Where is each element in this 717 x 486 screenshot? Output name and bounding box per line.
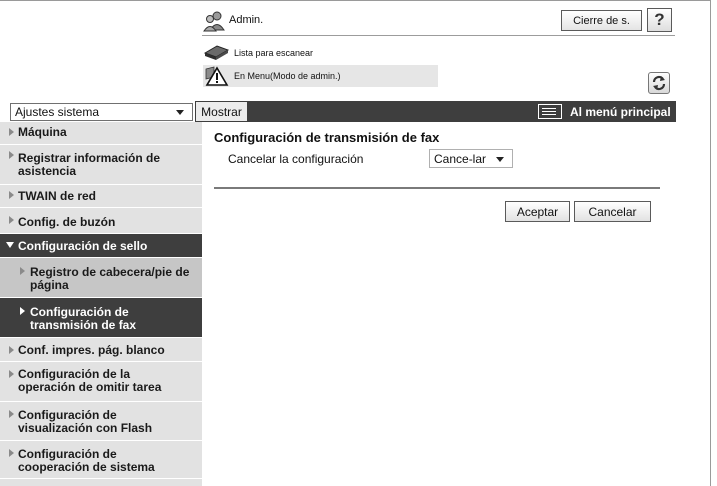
category-select[interactable]: Ajustes sistema [10,103,193,121]
user-name-label: Admin. [229,14,264,26]
sidebar-item-twain[interactable]: TWAIN de red [0,185,202,208]
help-button[interactable]: ? [647,8,672,32]
menu-list-icon [538,104,562,119]
sidebar-item-pag-blanco[interactable]: Conf. impres. pág. blanco [0,338,202,362]
chevron-right-icon [9,128,14,136]
page-title: Configuración de transmisión de fax [214,130,440,145]
sidebar-item-transmision-fax[interactable]: Configuración de transmisión de fax [0,298,202,338]
chevron-right-icon [20,267,25,275]
frame-border-right [710,0,711,486]
sidebar-item-maquina[interactable]: Máquina [0,122,202,145]
sidebar-item-cabecera-pie[interactable]: Registro de cabecera/pie de página [0,258,202,298]
chevron-right-icon [9,370,14,378]
sidebar-item-label: Configuración de cooperación de sistema [18,447,155,474]
cancel-config-select[interactable]: Cance-lar [429,149,513,168]
warning-icon [205,66,229,86]
sidebar-item-registrar-asistencia[interactable]: Registrar información de asistencia [0,145,202,185]
mode-status-text: En Menu(Modo de admin.) [234,71,341,81]
sidebar-item-label: Configuración de visualización con Flash [18,408,153,435]
content-divider [214,187,660,189]
cancel-button[interactable]: Cancelar [574,201,651,222]
chevron-right-icon [20,307,25,315]
show-tab[interactable]: Mostrar [195,101,248,122]
sidebar-item-buzon[interactable]: Config. de buzón [0,208,202,234]
admin-users-icon [203,11,225,32]
sidebar-item-cooperacion[interactable]: Configuración de cooperación de sistema [0,441,202,479]
cancel-config-select-value: Cance-lar [434,151,487,166]
chevron-down-icon [496,157,504,162]
chevron-down-icon [6,242,14,248]
refresh-button[interactable] [648,72,670,94]
sidebar-item-flash[interactable]: Configuración de visualización con Flash [0,402,202,441]
chevron-right-icon [9,191,14,199]
scanner-icon [203,45,229,60]
sidebar-item-label: TWAIN de red [18,189,97,203]
sidebar-item-label: Config. de buzón [18,215,116,229]
chevron-right-icon [9,346,14,354]
scan-status-text: Lista para escanear [234,48,314,58]
main-menu-label: Al menú principal [570,104,671,119]
header-divider [202,35,675,36]
sidebar-item-label: Configuración de sello [18,239,148,253]
chevron-right-icon [9,449,14,457]
sidebar: Máquina Registrar información de asisten… [0,122,202,486]
main-menu-button[interactable]: Al menú principal [538,101,676,122]
sidebar-item-label: Registro de cabecera/pie de página [30,265,190,292]
sidebar-item-label: Conf. impres. pág. blanco [18,343,165,357]
sidebar-item-label: Máquina [18,125,67,139]
chevron-right-icon [9,216,14,224]
category-select-value: Ajustes sistema [15,105,100,119]
chevron-right-icon [9,151,14,159]
sidebar-item-label: Configuración de transmisión de fax [30,305,137,332]
refresh-icon [652,75,666,91]
sidebar-item-sello[interactable]: Configuración de sello [0,234,202,258]
chevron-right-icon [9,410,14,418]
sidebar-item-label: Registrar información de asistencia [18,151,161,178]
frame-border-top [0,0,711,1]
logout-button[interactable]: Cierre de s. [561,10,642,31]
sidebar-item-omitir-tarea[interactable]: Configuración de la operación de omitir … [0,362,202,402]
cancel-config-label: Cancelar la configuración [228,152,364,166]
sidebar-item-label: Configuración de la operación de omitir … [18,367,162,394]
chevron-down-icon [176,110,184,115]
ok-button[interactable]: Aceptar [505,201,570,222]
